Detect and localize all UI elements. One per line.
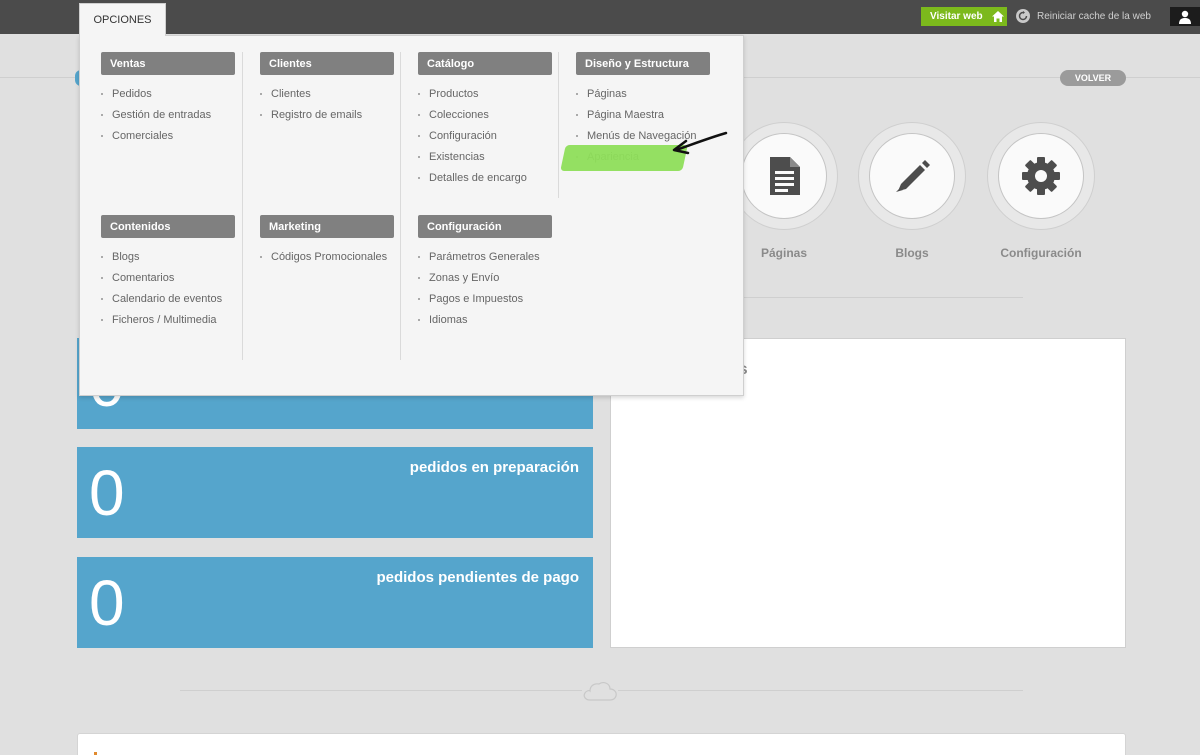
pencil-icon [896,160,930,192]
top-bar: Visitar web Reiniciar cache de la web [0,0,1200,34]
shortcut-pages-ring [730,122,838,230]
menu-group-title: Diseño y Estructura [576,52,710,75]
menu-group-contenidos: Contenidos Blogs Comentarios Calendario … [101,215,259,334]
menu-item-comentarios[interactable]: Comentarios [101,271,259,292]
menu-group-title: Clientes [260,52,394,75]
menu-item-gestion-entradas[interactable]: Gestión de entradas [101,108,259,129]
menu-item-comerciales[interactable]: Comerciales [101,129,259,150]
menu-item-registro-emails[interactable]: Registro de emails [260,108,418,129]
shortcut-pages-button [741,133,827,219]
back-button[interactable]: VOLVER [1060,70,1126,86]
menu-group-marketing: Marketing Códigos Promocionales [260,215,418,271]
menu-group-configuracion: Configuración Parámetros Generales Zonas… [418,215,576,334]
refresh-icon [1016,9,1030,23]
menu-item-paginas[interactable]: Páginas [576,87,734,108]
stat-label: pedidos en preparación [409,459,579,476]
stat-orders-pending-payment[interactable]: 0 pedidos pendientes de pago [77,557,593,648]
menu-item-pagina-maestra[interactable]: Página Maestra [576,108,734,129]
footer-divider-right [618,690,1023,691]
menu-item-ficheros-multimedia[interactable]: Ficheros / Multimedia [101,313,259,334]
reset-cache-label: Reiniciar cache de la web [1037,10,1151,22]
menu-item-detalles-encargo[interactable]: Detalles de encargo [418,171,576,192]
menu-item-idiomas[interactable]: Idiomas [418,313,576,334]
menu-group-title: Contenidos [101,215,235,238]
menu-item-blogs[interactable]: Blogs [101,250,259,271]
shortcut-blogs-button [869,133,955,219]
menu-item-existencias[interactable]: Existencias [418,150,576,171]
visit-web-button[interactable]: Visitar web [921,7,1007,26]
footer-divider-left [180,690,582,691]
stat-orders-preparing[interactable]: 0 pedidos en preparación [77,447,593,538]
shortcut-blogs[interactable]: Blogs [858,122,966,260]
menu-item-colecciones[interactable]: Colecciones [418,108,576,129]
menu-item-codigos-promocionales[interactable]: Códigos Promocionales [260,250,418,271]
menu-item-configuracion-catalogo[interactable]: Configuración [418,129,576,150]
user-icon [1179,10,1191,24]
document-icon [770,157,800,195]
highlight-marker [560,145,688,171]
menu-group-ventas: Ventas Pedidos Gestión de entradas Comer… [101,52,259,150]
menu-group-title: Configuración [418,215,552,238]
gear-icon [1022,157,1060,195]
shortcut-configuration[interactable]: Configuración [987,122,1095,260]
arrow-annotation-icon [672,131,728,155]
visit-web-label: Visitar web [930,11,983,22]
menu-group-title: Ventas [101,52,235,75]
menu-group-title: Catálogo [418,52,552,75]
bottom-panel [77,733,1126,755]
menu-item-productos[interactable]: Productos [418,87,576,108]
stat-number: 0 [89,457,125,529]
menu-item-pedidos[interactable]: Pedidos [101,87,259,108]
options-dropdown-menu: Ventas Pedidos Gestión de entradas Comer… [79,35,744,396]
menu-group-title: Marketing [260,215,394,238]
menu-group-clientes: Clientes Clientes Registro de emails [260,52,418,129]
options-tab[interactable]: OPCIONES [79,3,166,36]
menu-item-pagos-impuestos[interactable]: Pagos e Impuestos [418,292,576,313]
menu-item-zonas-envio[interactable]: Zonas y Envío [418,271,576,292]
shortcut-blogs-ring [858,122,966,230]
shortcut-pages-label: Páginas [760,246,808,260]
stat-number: 0 [89,567,125,639]
stat-label: pedidos pendientes de pago [376,569,579,586]
shortcut-blogs-label: Blogs [895,246,929,260]
shortcut-configuration-label: Configuración [1000,246,1082,260]
menu-group-catalogo: Catálogo Productos Colecciones Configura… [418,52,576,192]
shortcut-pages[interactable]: Páginas [730,122,838,260]
shortcut-configuration-button [998,133,1084,219]
shortcut-configuration-ring [987,122,1095,230]
menu-item-clientes[interactable]: Clientes [260,87,418,108]
menu-item-calendario-eventos[interactable]: Calendario de eventos [101,292,259,313]
user-menu-button[interactable] [1170,7,1200,26]
menu-item-parametros-generales[interactable]: Parámetros Generales [418,250,576,271]
reset-cache-link[interactable]: Reiniciar cache de la web [1016,9,1151,23]
home-icon [991,11,1004,22]
cloud-icon [583,682,617,701]
